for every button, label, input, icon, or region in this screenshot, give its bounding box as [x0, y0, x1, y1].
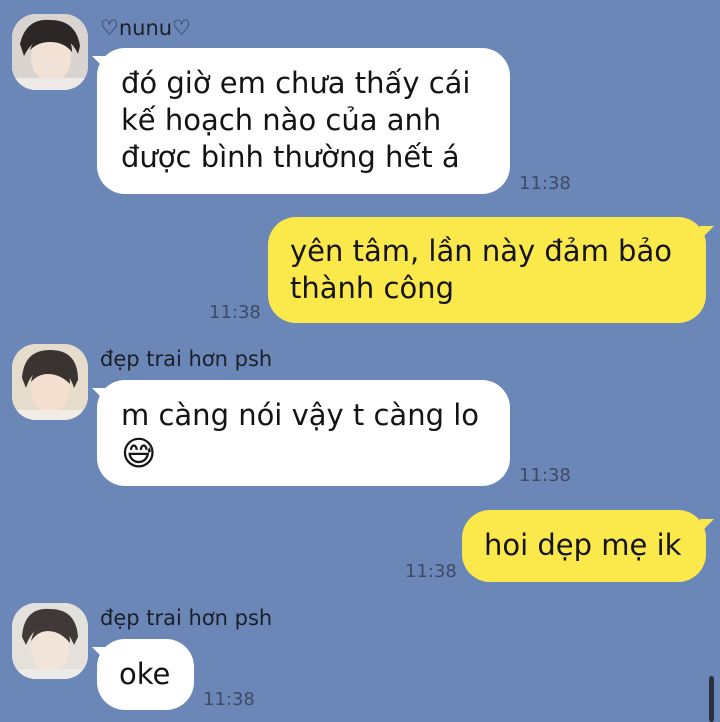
avatar[interactable]	[12, 344, 88, 420]
scrollbar[interactable]	[709, 676, 714, 722]
avatar[interactable]	[12, 603, 88, 679]
message-timestamp: 11:38	[203, 689, 255, 710]
sender-name: đẹp trai hơn psh	[100, 606, 273, 630]
message-timestamp: 11:38	[519, 465, 571, 486]
profile-photo-icon	[12, 14, 88, 90]
bubble-tail	[700, 519, 714, 533]
profile-photo-icon	[12, 603, 88, 679]
avatar[interactable]	[12, 14, 88, 90]
sender-name: ♡nunu♡	[100, 16, 191, 40]
message-bubble[interactable]: đó giờ em chưa thấy cái kế hoạch nào của…	[97, 48, 510, 194]
message-text-line: m càng nói vậy t càng lo	[121, 398, 480, 432]
message-bubble[interactable]: yên tâm, lần này đảm bảo thành công	[268, 217, 706, 323]
message-text-line: hoi dẹp mẹ ik	[484, 528, 682, 562]
message-bubble[interactable]: oke	[97, 639, 194, 710]
sender-name: đẹp trai hơn psh	[100, 347, 273, 371]
message-timestamp: 11:38	[209, 302, 261, 323]
message-text-line: yên tâm, lần này đảm bảo	[290, 234, 672, 268]
message-bubble[interactable]: m càng nói vậy t càng lo 😅	[97, 380, 510, 486]
bubble-tail	[700, 226, 714, 240]
message-bubble[interactable]: hoi dẹp mẹ ik	[462, 510, 706, 582]
message-text-line: kế hoạch nào của anh	[121, 103, 442, 137]
message-text-line: đó giờ em chưa thấy cái	[121, 66, 471, 100]
message-timestamp: 11:38	[519, 173, 571, 194]
message-timestamp: 11:38	[405, 561, 457, 582]
message-text-line: oke	[119, 657, 171, 691]
message-text-line: thành công	[290, 271, 454, 305]
profile-photo-icon	[12, 344, 88, 420]
message-text-line: được bình thường hết á	[121, 140, 460, 174]
sweat-smile-emoji-icon: 😅	[121, 434, 157, 474]
